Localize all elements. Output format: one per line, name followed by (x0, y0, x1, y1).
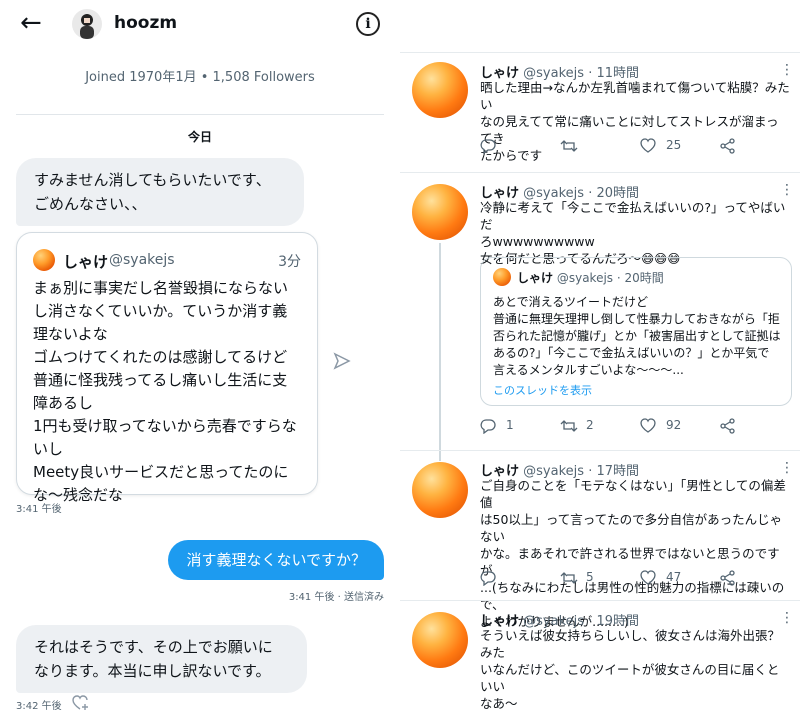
like-icon[interactable] (640, 138, 656, 158)
quoted-tweet-avatar (493, 268, 511, 286)
tweet-line: なあ〜 (480, 696, 518, 711)
message-line: それはそうです、その上でお願いに (34, 638, 273, 656)
dm-panel: ← hoozm i Joined 1970年1月 • 1,508 Followe… (0, 0, 400, 725)
tweet-actions: 5 47 (480, 570, 770, 590)
tweet-author-handle: @syakejs (109, 252, 175, 268)
tweet-line: ろwwwwwwwwww (480, 234, 595, 249)
tweet-line: し消さなくていいか。ていうか消す義 (33, 302, 288, 320)
reply-count: 1 (506, 418, 514, 432)
more-options-icon[interactable]: ⋮ (780, 610, 794, 626)
tweet-line: いなんだけど、このツイートが彼女さんの目に届くといい (480, 662, 780, 694)
tweet-author-avatar[interactable] (412, 462, 468, 518)
tweet-author-name: しゃけ (63, 253, 109, 271)
tweet-author-avatar (33, 249, 55, 271)
divider (400, 172, 800, 173)
like-icon[interactable] (640, 570, 656, 590)
tweet-text: まぁ別に事実だし名誉毀損にならない し消さなくていいか。ていうか消す義 理ないよ… (33, 277, 305, 507)
message-timestamp: 3:41 午後 · 送信済み (288, 592, 384, 603)
message-bubble-sent[interactable]: 消す義理なくないですか？ (168, 540, 384, 580)
retweet-icon[interactable] (560, 418, 578, 438)
tweet-line: 理ないよな (33, 325, 108, 343)
reply-icon[interactable] (480, 418, 496, 438)
shared-tweet-card[interactable]: しゃけ @syakejs 3分 まぁ別に事実だし名誉毀損にならない し消さなくて… (16, 232, 318, 504)
tweet-text: ご自身のことを「モテなくはない」「男性としての偏差値 は50以上」って言ってたの… (480, 477, 790, 630)
tweet-line: 障あるし (33, 394, 94, 412)
message-line: ごめんなさい、、 (34, 195, 147, 213)
tweet-line: 否られた記憶が朧げ」とか「被害届出すとして証拠は (493, 329, 781, 343)
share-icon[interactable] (720, 138, 736, 158)
share-icon[interactable] (333, 352, 351, 375)
message-bubble-received[interactable]: それはそうです、その上でお願いに なります。本当に申し訳ないです。 (16, 625, 307, 693)
message-bubble-received[interactable]: すみません消してもらいたいです、 ごめんなさい、、 (16, 158, 304, 226)
quoted-tweet-header: しゃけ @syakejs · 20時間 (517, 269, 664, 286)
tweet-line: 言えるメンタルすごいよな〜〜〜... (493, 363, 684, 377)
profile-meta: Joined 1970年1月 • 1,508 Followers (85, 70, 315, 85)
tweet-author-handle: @syakejs (556, 271, 614, 285)
divider (400, 600, 800, 601)
tweet-line: な〜残念だな (33, 486, 124, 504)
tweet-line: いし (33, 440, 64, 458)
tweet-line: 普通に無理矢理押し倒して性暴力しておきながら「拒 (493, 312, 780, 326)
retweet-icon[interactable] (560, 138, 578, 158)
retweet-count: 5 (586, 570, 594, 584)
tweet-line: ゴムつけてくれたのは感謝してるけど (33, 348, 288, 366)
back-arrow-icon[interactable]: ← (20, 10, 42, 36)
conversation-title[interactable]: hoozm (114, 13, 177, 33)
tweet-author-avatar[interactable] (412, 184, 468, 240)
share-icon[interactable] (720, 418, 736, 438)
tweet-line: Meety良いサービスだと思ってたのに (33, 463, 289, 481)
tweet-actions: 1 2 92 (480, 418, 770, 438)
more-options-icon[interactable]: ⋮ (780, 62, 794, 78)
retweet-icon[interactable] (560, 570, 578, 590)
tweet-line: 晒した理由→なんか左乳首噛まれて傷ついて粘膜？みたい (480, 80, 790, 112)
tweet-author-avatar[interactable] (412, 612, 468, 668)
message-line: すみません消してもらいたいです、 (34, 171, 271, 189)
tweet-timeline: しゃけ @syakejs · 11時間 ⋮ 晒した理由→なんか左乳首噛まれて傷つ… (400, 0, 800, 725)
reply-icon[interactable] (480, 570, 496, 590)
quoted-tweet[interactable]: しゃけ @syakejs · 20時間 あとで消えるツイートだけど 普通に無理矢… (480, 257, 792, 406)
like-count: 25 (666, 138, 682, 152)
avatar[interactable] (72, 9, 102, 39)
tweet-line: ご自身のことを「モテなくはない」「男性としての偏差値 (480, 478, 786, 510)
divider (400, 52, 800, 53)
thread-line (439, 243, 441, 461)
tweet-line: まぁ別に事実だし名誉毀損にならない (33, 279, 289, 297)
tweet-line: そういえば彼女持ちらしいし、彼女さんは海外出張？みた (480, 628, 781, 660)
quoted-tweet-text: あとで消えるツイートだけど 普通に無理矢理押し倒して性暴力しておきながら「拒 否… (493, 294, 783, 379)
add-reaction-icon[interactable] (72, 695, 90, 715)
tweet-line: は50以上」って言ってたので多分自信があったんじゃない (480, 512, 783, 544)
tweet-text: そういえば彼女持ちらしいし、彼女さんは海外出張？みた いなんだけど、このツイート… (480, 627, 790, 712)
reply-icon[interactable] (480, 138, 496, 158)
message-line: なります。本当に申し訳ないです。 (34, 662, 271, 680)
tweet-actions: 25 (480, 138, 770, 158)
tweet-line: 普通に怪我残ってるし痛いし生活に支 (33, 371, 288, 389)
show-thread-link[interactable]: このスレッドを表示 (493, 382, 592, 398)
retweet-count: 2 (586, 418, 594, 432)
like-count: 47 (666, 570, 682, 584)
more-options-icon[interactable]: ⋮ (780, 182, 794, 198)
divider (16, 114, 384, 115)
tweet-line: 冷静に考えて「今ここで金払えばいいの?」ってやばいだ (480, 200, 786, 232)
divider (400, 450, 800, 451)
tweet-author-avatar[interactable] (412, 62, 468, 118)
tweet-time: 3分 (278, 254, 301, 270)
tweet-line: 1円も受け取ってないから売春ですらな (33, 417, 297, 435)
more-options-icon[interactable]: ⋮ (780, 460, 794, 476)
share-icon[interactable] (720, 570, 736, 590)
date-separator: 今日 (187, 130, 212, 144)
tweet-time: · 20時間 (616, 271, 664, 285)
like-icon[interactable] (640, 418, 656, 438)
message-timestamp: 3:41 午後 (16, 504, 62, 515)
tweet-author-name: しゃけ (517, 271, 554, 285)
tweet-line: あるの?」「今ここで金払えばいいの？」とか平気で (493, 346, 770, 360)
message-timestamp: 3:42 午後 (16, 701, 62, 712)
info-icon[interactable]: i (356, 12, 380, 36)
tweet-line: あとで消えるツイートだけど (493, 295, 649, 309)
like-count: 92 (666, 418, 682, 432)
